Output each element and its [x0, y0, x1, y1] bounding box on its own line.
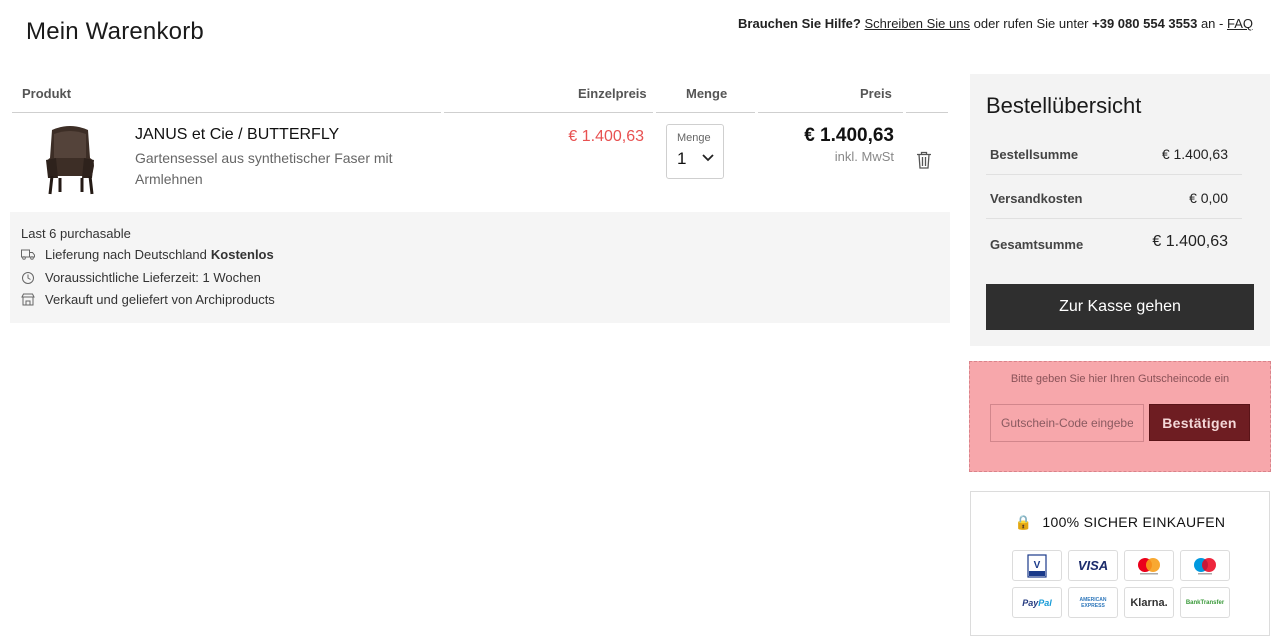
line-total-price: € 1.400,63 [804, 125, 894, 146]
summary-title: Bestellübersicht [986, 93, 1142, 118]
subtotal-label: Bestellsumme [990, 147, 1079, 162]
header-divider [656, 112, 755, 113]
help-bar: Brauchen Sie Hilfe? Schreiben Sie uns od… [738, 16, 1253, 31]
coupon-hint: Bitte geben Sie hier Ihren Gutscheincode… [1010, 373, 1230, 385]
product-description: Gartensessel aus synthetischer Faser mit… [135, 150, 393, 187]
secure-shopping-title: 🔒 100% SICHER EINKAUFEN [971, 514, 1269, 531]
shipping-value: € 0,00 [1189, 190, 1228, 206]
summary-row-total: Gesamtsumme € 1.400,63 [986, 219, 1242, 263]
bank-transfer-logo: BankTransfer [1180, 587, 1230, 618]
visa-logo: VISA [1068, 550, 1118, 581]
vat-note: inkl. MwSt [834, 149, 894, 164]
delivery-info-panel: Last 6 purchasable Lieferung nach Deutsc… [10, 212, 950, 323]
secure-title-text: 100% SICHER EINKAUFEN [1042, 514, 1226, 530]
vpay-logo: V [1012, 550, 1062, 581]
chevron-down-icon [702, 154, 714, 162]
american-express-logo: AMERICAN EXPRESS [1068, 587, 1118, 618]
stock-info: Last 6 purchasable [21, 226, 131, 241]
maestro-logo [1180, 550, 1230, 581]
header-divider [906, 112, 948, 113]
column-header-price: Preis [860, 86, 892, 101]
column-header-product: Produkt [22, 86, 72, 101]
product-name-separator: / [233, 126, 248, 143]
quantity-select[interactable]: Menge 1 [666, 124, 724, 179]
mastercard-logo [1124, 550, 1174, 581]
shipping-label: Versandkosten [990, 191, 1083, 206]
total-label: Gesamtsumme [990, 237, 1084, 252]
product-name[interactable]: JANUS et Cie / BUTTERFLY [135, 126, 339, 144]
product-image[interactable] [38, 124, 102, 196]
delivery-time-text: Voraussichtliche Lieferzeit: 1 Wochen [45, 270, 261, 285]
write-us-link[interactable]: Schreiben Sie uns [864, 16, 970, 31]
lock-icon: 🔒 [1014, 514, 1033, 530]
column-header-unit-price: Einzelpreis [578, 86, 647, 101]
product-brand[interactable]: JANUS et Cie [135, 126, 234, 143]
delivery-time-info: Voraussichtliche Lieferzeit: 1 Wochen [21, 270, 261, 285]
header-divider [444, 112, 653, 113]
help-suffix: an - [1200, 16, 1224, 31]
paypal-logo: PayPal [1012, 587, 1062, 618]
coupon-panel: Bitte geben Sie hier Ihren Gutscheincode… [969, 361, 1271, 472]
order-summary: Bestellübersicht Bestellsumme € 1.400,63… [970, 74, 1270, 346]
summary-row-shipping: Versandkosten € 0,00 [986, 175, 1242, 219]
delivery-info: Lieferung nach Deutschland Kostenlos [21, 247, 274, 262]
secure-shopping-panel: 🔒 100% SICHER EINKAUFEN V VISA PayPal AME… [970, 491, 1270, 636]
header-divider [12, 112, 441, 113]
delivery-text: Lieferung nach Deutschland [45, 247, 207, 262]
trash-icon[interactable] [916, 151, 932, 169]
help-prefix: Brauchen Sie Hilfe? [738, 16, 861, 31]
seller-info: Verkauft und geliefert von Archiproducts [21, 292, 275, 307]
checkout-button[interactable]: Zur Kasse gehen [986, 284, 1254, 330]
header-divider [758, 112, 903, 113]
faq-link[interactable]: FAQ [1227, 16, 1253, 31]
quantity-label: Menge [677, 132, 711, 144]
subtotal-value: € 1.400,63 [1161, 146, 1228, 162]
truck-icon [21, 249, 35, 260]
coupon-apply-button[interactable]: Bestätigen [1149, 404, 1250, 441]
summary-row-subtotal: Bestellsumme € 1.400,63 [986, 131, 1242, 175]
coupon-code-input[interactable] [990, 404, 1144, 442]
clock-icon [22, 271, 34, 284]
klarna-logo: Klarna. [1124, 587, 1174, 618]
seller-text: Verkauft und geliefert von Archiproducts [45, 292, 275, 307]
total-value: € 1.400,63 [1152, 233, 1228, 250]
product-model[interactable]: BUTTERFLY [247, 126, 339, 143]
column-header-quantity: Menge [686, 86, 728, 101]
quantity-value: 1 [677, 149, 687, 168]
help-middle: oder rufen Sie unter [973, 16, 1089, 31]
stock-text: Last 6 purchasable [21, 226, 131, 241]
svg-text:V: V [1034, 560, 1041, 571]
delivery-cost: Kostenlos [210, 247, 274, 262]
store-icon [21, 293, 35, 306]
page-title: Mein Warenkorb [26, 18, 204, 45]
help-phone: +39 080 554 3553 [1092, 16, 1198, 31]
unit-price: € 1.400,63 [568, 128, 644, 145]
